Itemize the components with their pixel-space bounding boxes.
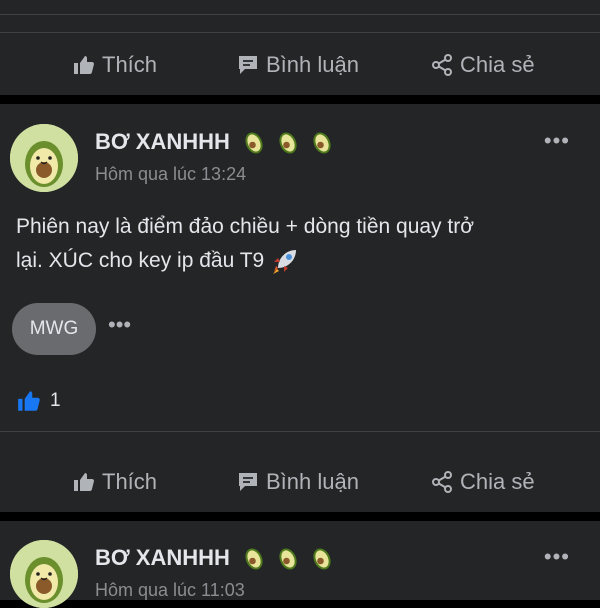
author-emoji-group [240, 544, 336, 572]
author-name-row: BƠ XANHHH [95, 544, 336, 572]
author-emoji-group [240, 128, 336, 156]
action-bar: Thích Bình luận Chia sẻ [0, 452, 600, 512]
author-name-row: BƠ XANHHH [95, 128, 336, 156]
comment-button[interactable]: Bình luận [236, 469, 359, 495]
post-more-button[interactable]: ••• [544, 128, 570, 154]
like-reaction-icon [18, 391, 40, 411]
like-count: 1 [50, 390, 61, 411]
like-label: Thích [102, 469, 158, 494]
post-text: Phiên nay là điểm đảo chiều + dòng tiền … [16, 210, 586, 278]
thumbs-up-icon [72, 53, 96, 77]
stock-tag-pill[interactable]: MWG [12, 303, 96, 355]
avatar[interactable] [10, 540, 78, 608]
author-name[interactable]: BƠ XANHHH [95, 545, 230, 571]
share-label: Chia sẻ [460, 469, 535, 494]
avocado-emoji [279, 132, 297, 154]
tag-more-button[interactable]: ••• [108, 312, 131, 338]
post-card [0, 104, 600, 512]
rocket-emoji [273, 250, 297, 274]
like-button[interactable]: Thích [72, 52, 157, 78]
comment-label: Bình luận [266, 52, 359, 77]
avocado-avatar [10, 124, 78, 192]
share-icon [430, 53, 454, 77]
like-button[interactable]: Thích [72, 469, 157, 495]
avocado-emoji [313, 132, 331, 154]
action-bar: Thích Bình luận Chia sẻ [0, 35, 600, 95]
avocado-emoji [279, 548, 297, 570]
share-label: Chia sẻ [460, 52, 535, 77]
share-icon [430, 470, 454, 494]
divider [0, 32, 600, 33]
comment-button[interactable]: Bình luận [236, 52, 359, 78]
author-name[interactable]: BƠ XANHHH [95, 129, 230, 155]
avocado-emoji [313, 548, 331, 570]
post-more-button[interactable]: ••• [544, 544, 570, 570]
post-text-line: lại. XÚC cho key ip đầu T9 [16, 249, 265, 272]
like-label: Thích [102, 52, 158, 77]
avocado-emoji [245, 548, 263, 570]
avocado-emoji [245, 132, 263, 154]
post-timestamp[interactable]: Hôm qua lúc 11:03 [95, 580, 245, 601]
share-button[interactable]: Chia sẻ [430, 469, 535, 495]
divider [0, 431, 600, 432]
post-timestamp[interactable]: Hôm qua lúc 13:24 [95, 164, 246, 185]
avocado-avatar [10, 540, 78, 608]
comment-icon [236, 53, 260, 77]
divider [0, 14, 600, 15]
post-text-line: Phiên nay là điểm đảo chiều + dòng tiền … [16, 215, 474, 238]
avatar[interactable] [10, 124, 78, 192]
reaction-summary[interactable]: 1 [16, 388, 61, 414]
share-button[interactable]: Chia sẻ [430, 52, 535, 78]
thumbs-up-icon [72, 470, 96, 494]
post-text-line-2: lại. XÚC cho key ip đầu T9 [16, 244, 586, 278]
comment-icon [236, 470, 260, 494]
comment-label: Bình luận [266, 469, 359, 494]
